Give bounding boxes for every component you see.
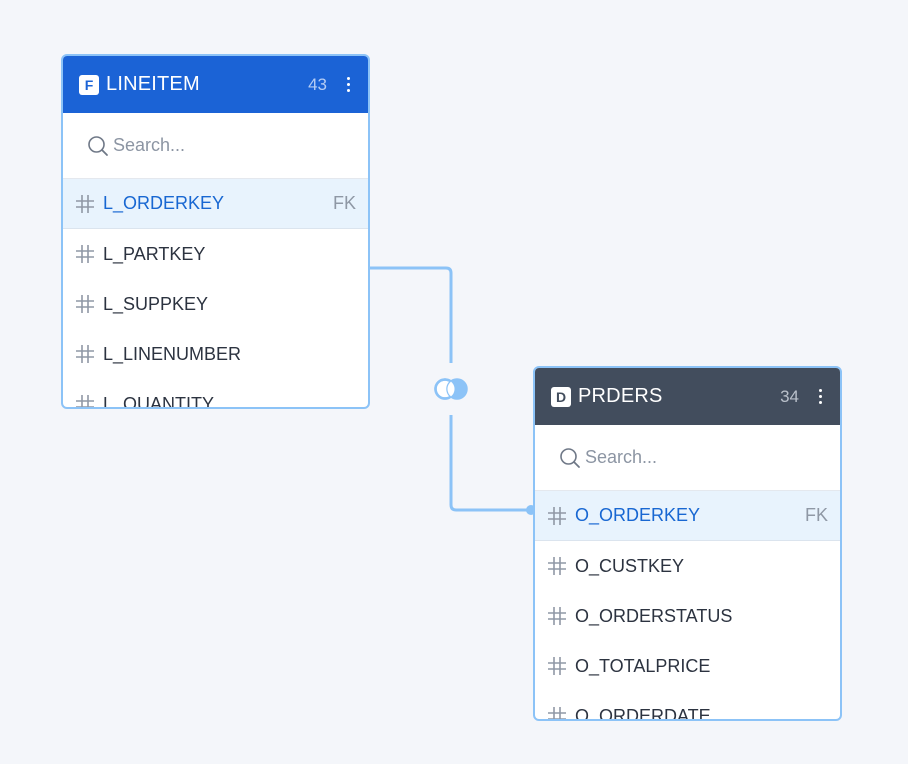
numeric-field-icon <box>75 194 95 214</box>
numeric-field-icon <box>75 294 95 314</box>
numeric-field-icon <box>547 706 567 719</box>
fact-table-icon: F <box>79 74 99 95</box>
numeric-field-icon <box>547 606 567 626</box>
field-name: O_ORDERKEY <box>575 505 701 525</box>
field-row[interactable]: L_SUPPKEY <box>63 279 368 329</box>
field-name: O_ORDERDATE <box>575 705 711 721</box>
search-input[interactable] <box>585 447 785 468</box>
numeric-field-icon <box>547 506 567 526</box>
more-menu-icon[interactable] <box>343 75 354 94</box>
foreign-key-badge: FK <box>804 505 828 525</box>
relationship-line <box>370 266 453 363</box>
table-name: PRDERS <box>578 385 663 407</box>
dimension-table-icon: D <box>551 386 571 407</box>
numeric-field-icon <box>75 394 95 407</box>
search-icon <box>88 135 108 156</box>
column-count: 34 <box>780 386 799 406</box>
field-row[interactable]: O_ORDERDATE <box>535 691 840 721</box>
field-name: O_ORDERSTATUS <box>575 605 733 626</box>
table-card-orders[interactable]: D PRDERS 34 O_ORDERKEY FK O_CUSTKEY O_OR… <box>533 366 842 721</box>
field-name: O_CUSTKEY <box>575 555 685 576</box>
field-row[interactable]: O_ORDERKEY FK <box>535 491 840 541</box>
numeric-field-icon <box>547 556 567 576</box>
field-name: L_LINENUMBER <box>103 343 242 364</box>
join-venn-icon[interactable] <box>433 377 469 401</box>
more-menu-icon[interactable] <box>815 387 826 406</box>
column-count: 43 <box>308 74 327 94</box>
search-icon <box>560 447 580 468</box>
field-row[interactable]: O_CUSTKEY <box>535 541 840 591</box>
table-name: LINEITEM <box>106 73 200 95</box>
numeric-field-icon <box>75 344 95 364</box>
field-row[interactable]: L_QUANTITY <box>63 379 368 409</box>
field-row[interactable]: L_LINENUMBER <box>63 329 368 379</box>
search-bar <box>535 425 840 491</box>
field-name: L_SUPPKEY <box>103 293 209 314</box>
table-card-lineitem[interactable]: F LINEITEM 43 L_ORDERKEY FK L_PARTKEY L_… <box>61 54 370 409</box>
field-name: L_QUANTITY <box>103 393 215 409</box>
numeric-field-icon <box>547 656 567 676</box>
table-header[interactable]: D PRDERS 34 <box>535 368 840 425</box>
field-name: O_TOTALPRICE <box>575 655 711 676</box>
search-input[interactable] <box>113 135 313 156</box>
field-row[interactable]: L_PARTKEY <box>63 229 368 279</box>
search-bar <box>63 113 368 179</box>
field-name: L_ORDERKEY <box>103 193 225 213</box>
field-name: L_PARTKEY <box>103 243 206 264</box>
numeric-field-icon <box>75 244 95 264</box>
relationship-line <box>449 415 532 512</box>
field-row[interactable]: O_ORDERSTATUS <box>535 591 840 641</box>
table-header[interactable]: F LINEITEM 43 <box>63 56 368 113</box>
field-row[interactable]: L_ORDERKEY FK <box>63 179 368 229</box>
field-row[interactable]: O_TOTALPRICE <box>535 641 840 691</box>
foreign-key-badge: FK <box>332 193 356 213</box>
